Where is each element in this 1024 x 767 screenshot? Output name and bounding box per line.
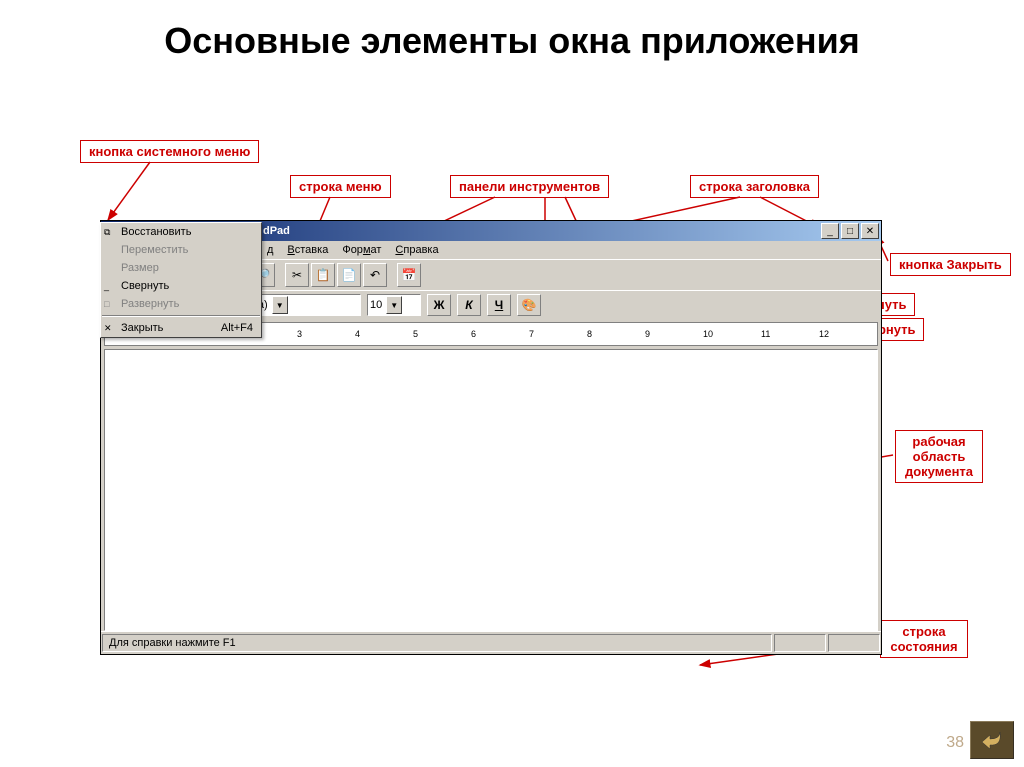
sysmenu-restore[interactable]: ⧉Восстановить xyxy=(101,223,261,241)
sysmenu-move: Переместить xyxy=(101,241,261,259)
slide-number: 38 xyxy=(946,734,964,752)
slide-title: Основные элементы окна приложения xyxy=(0,0,1024,72)
callout-menubar: строка меню xyxy=(290,175,391,198)
paste-button[interactable]: 📄 xyxy=(337,263,361,287)
copy-button[interactable]: 📋 xyxy=(311,263,335,287)
cut-button[interactable]: ✂ xyxy=(285,263,309,287)
italic-button[interactable]: К xyxy=(457,294,481,316)
window-controls: _ □ ✕ xyxy=(821,223,879,239)
undo-button[interactable]: ↶ xyxy=(363,263,387,287)
document-workarea[interactable] xyxy=(104,349,878,631)
menu-item-insert[interactable]: Вставка xyxy=(281,243,334,257)
status-help-text: Для справки нажмите F1 xyxy=(102,634,772,652)
minimize-button[interactable]: _ xyxy=(821,223,839,239)
statusbar: Для справки нажмите F1 xyxy=(101,631,881,654)
bold-button[interactable]: Ж xyxy=(427,294,451,316)
callout-titlebar: строка заголовка xyxy=(690,175,819,198)
underline-button[interactable]: Ч xyxy=(487,294,511,316)
datetime-button[interactable]: 📅 xyxy=(397,263,421,287)
color-button[interactable]: 🎨 xyxy=(517,294,541,316)
callout-close-button: кнопка Закрыть xyxy=(890,253,1011,276)
close-button[interactable]: ✕ xyxy=(861,223,879,239)
sysmenu-close[interactable]: ✕ЗакрытьAlt+F4 xyxy=(101,319,261,337)
return-button[interactable] xyxy=(970,721,1014,759)
callout-sysmenu-button: кнопка системного меню xyxy=(80,140,259,163)
system-menu-popup: ⧉Восстановить Переместить Размер _Сверну… xyxy=(100,222,262,338)
menu-item-format[interactable]: Формат xyxy=(336,243,387,257)
sysmenu-minimize[interactable]: _Свернуть xyxy=(101,277,261,295)
callout-workarea: рабочая область документа xyxy=(895,430,983,483)
callout-toolbars: панели инструментов xyxy=(450,175,609,198)
sysmenu-size: Размер xyxy=(101,259,261,277)
sysmenu-maximize: □Развернуть xyxy=(101,295,261,313)
status-cell-2 xyxy=(828,634,880,652)
callout-statusbar: строка состояния xyxy=(880,620,968,658)
fontsize-dropdown[interactable]: 10▼ xyxy=(367,294,421,316)
menu-item-help[interactable]: Справка xyxy=(389,243,444,257)
menu-item-1[interactable]: д xyxy=(261,243,279,257)
maximize-button[interactable]: □ xyxy=(841,223,859,239)
status-cell-1 xyxy=(774,634,826,652)
